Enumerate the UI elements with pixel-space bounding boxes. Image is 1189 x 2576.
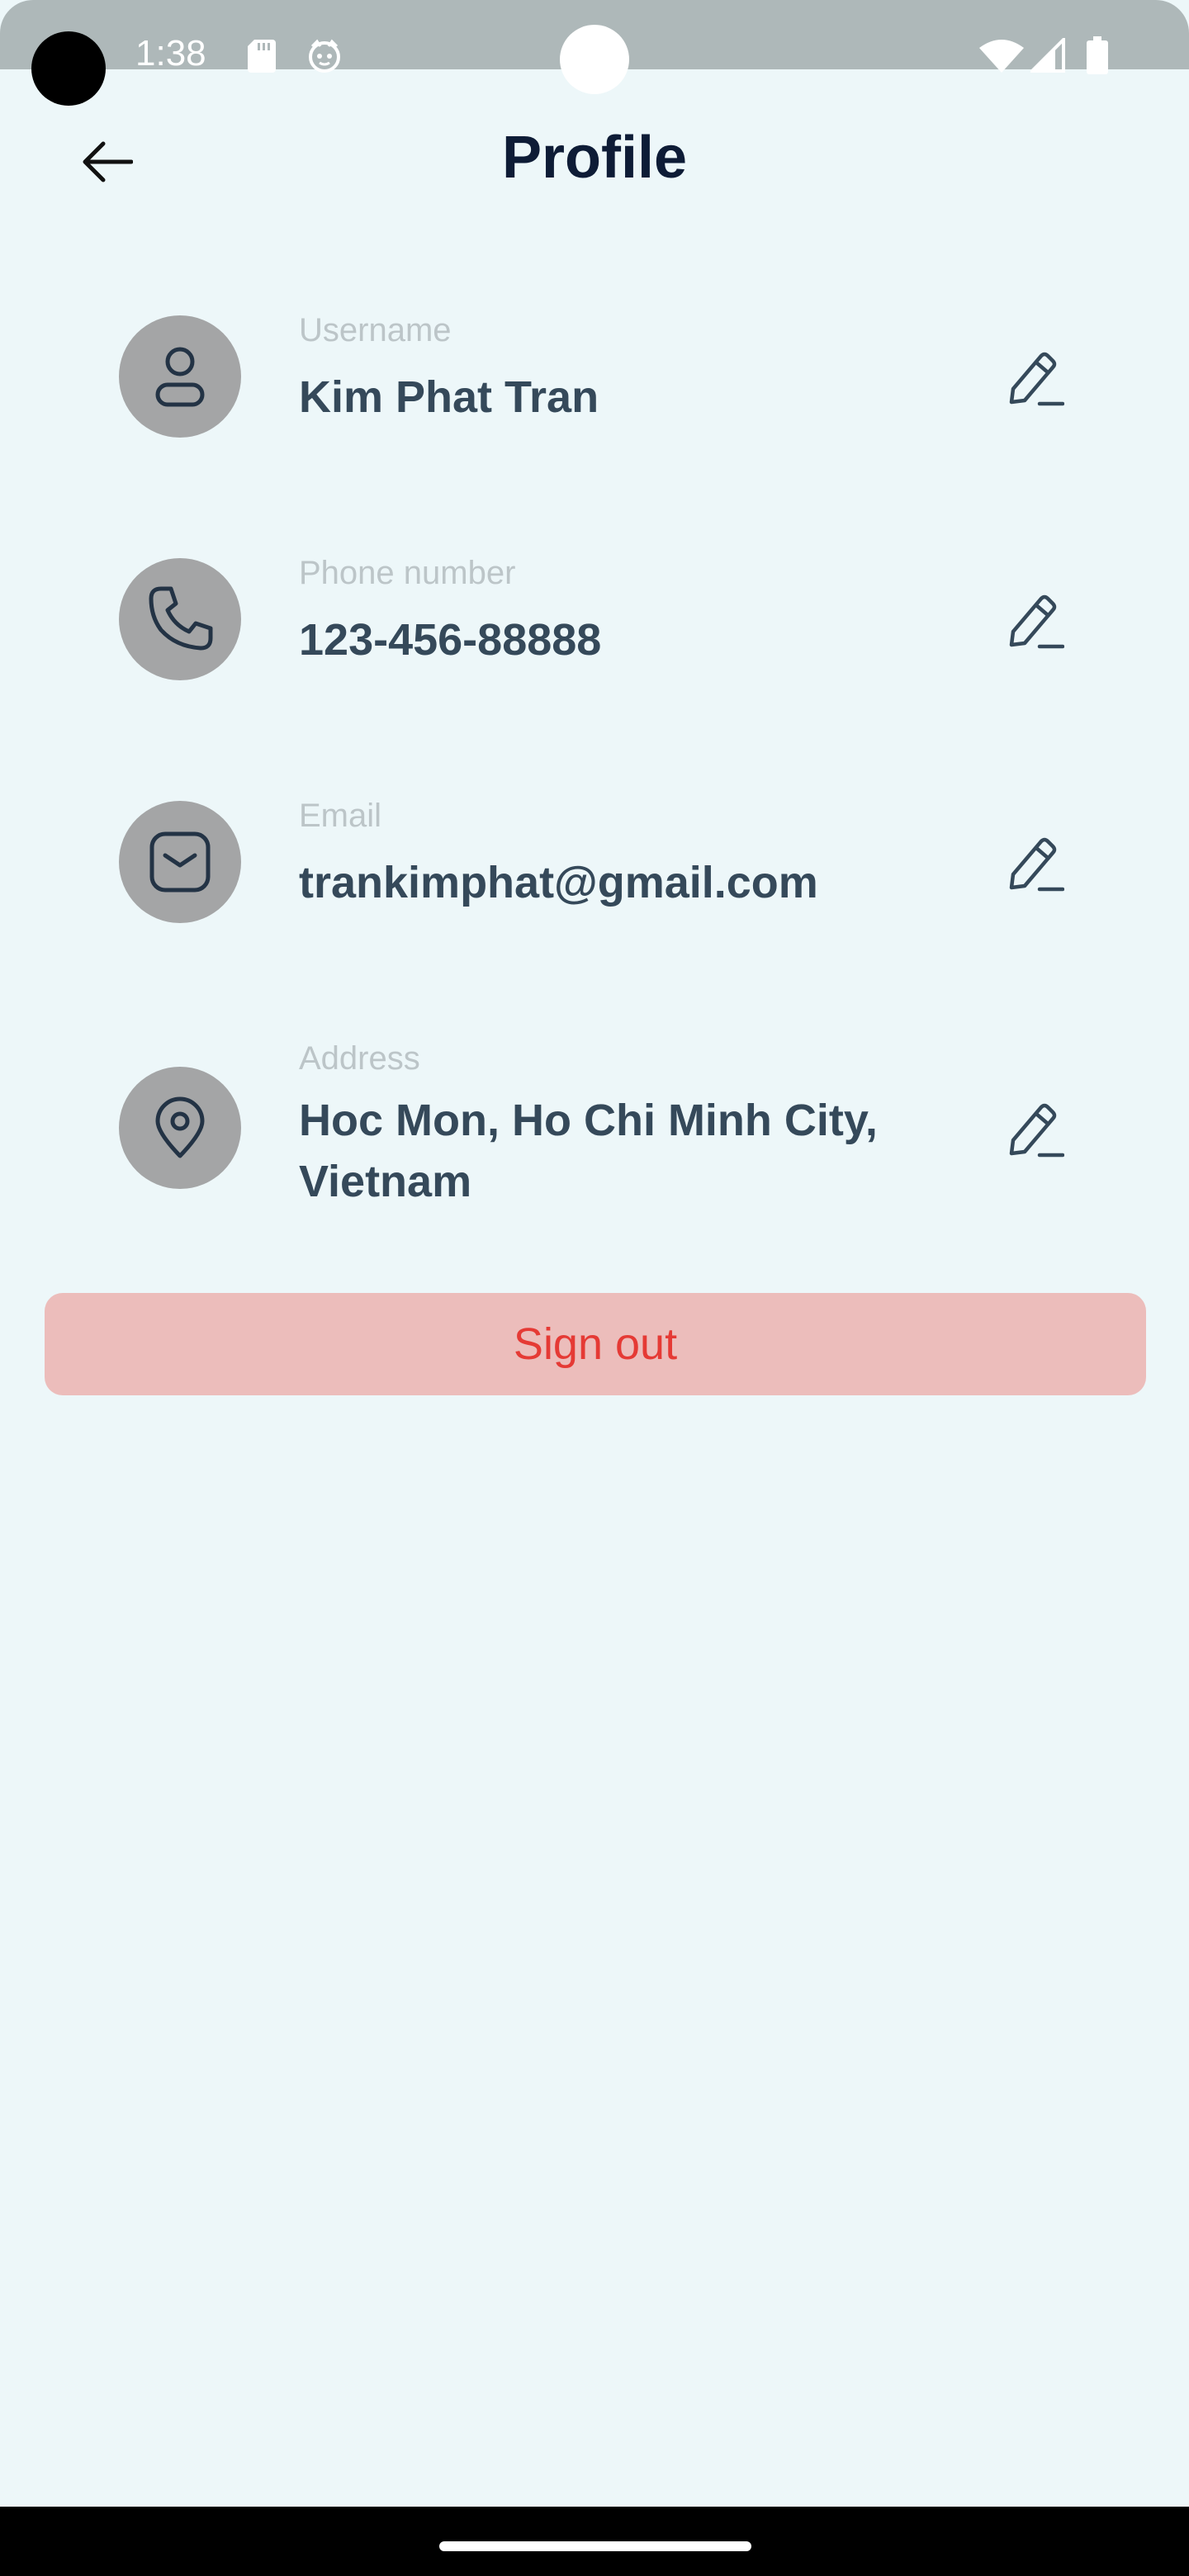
username-icon-circle — [119, 315, 241, 438]
edit-email-button[interactable] — [1001, 831, 1067, 897]
battery-icon — [1087, 36, 1108, 74]
wifi-icon — [979, 40, 1024, 73]
edit-address-button[interactable] — [1001, 1096, 1067, 1163]
home-indicator[interactable] — [439, 2541, 751, 2551]
front-camera — [560, 25, 629, 94]
status-bar: 1:38 — [0, 0, 1189, 94]
phone-icon — [149, 586, 213, 651]
camera-cutout — [31, 31, 106, 106]
phone-value: 123-456-88888 — [299, 615, 602, 665]
pencil-icon — [1009, 352, 1064, 406]
sd-card-icon — [248, 40, 276, 73]
address-value: Hoc Mon, Ho Chi Minh City, Vietnam — [299, 1096, 878, 1206]
status-time: 1:38 — [135, 33, 206, 73]
username-label: Username — [299, 312, 452, 348]
cat-icon — [309, 39, 340, 73]
pencil-icon — [1009, 594, 1064, 649]
edit-phone-button[interactable] — [1001, 588, 1067, 654]
email-value: trankimphat@gmail.com — [299, 858, 818, 907]
pencil-icon — [1009, 1103, 1064, 1158]
address-icon-circle — [119, 1067, 241, 1189]
page-title: Profile — [501, 125, 688, 191]
username-value: Kim Phat Tran — [299, 372, 599, 422]
navigation-bar — [0, 2507, 1189, 2576]
profile-screen: 1:38 Profile Username Kim Phat Tran Phon… — [0, 0, 1189, 2576]
phone-icon-circle — [119, 558, 241, 680]
email-label: Email — [299, 798, 382, 834]
email-icon-circle — [119, 801, 241, 923]
signal-icon — [1030, 38, 1065, 73]
edit-username-button[interactable] — [1001, 345, 1067, 411]
location-pin-icon — [155, 1096, 205, 1158]
user-icon — [155, 347, 205, 407]
sign-out-button[interactable]: Sign out — [45, 1293, 1146, 1395]
mail-icon — [149, 831, 211, 893]
phone-label: Phone number — [299, 555, 516, 591]
address-label: Address — [299, 1040, 420, 1077]
pencil-icon — [1009, 837, 1064, 892]
